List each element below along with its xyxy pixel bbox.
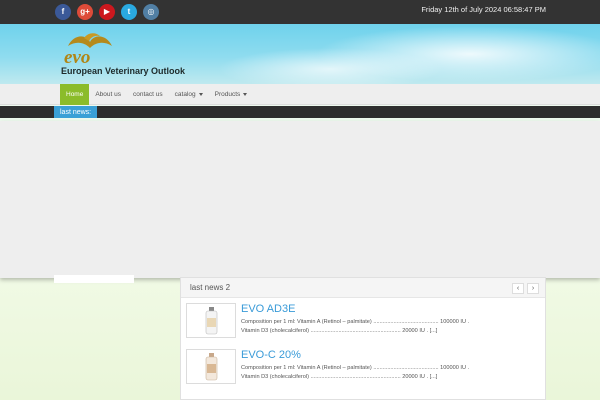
nav-about-label: About us [95, 91, 122, 98]
excerpt-line: Vitamin D3 (cholecalciferol) ...........… [241, 374, 438, 380]
nav-products[interactable]: Products [209, 84, 254, 105]
nav-catalog-label: catalog [174, 91, 196, 98]
nav-catalog[interactable]: catalog [169, 84, 209, 105]
news-panel-title: last news 2 [190, 283, 231, 292]
news-ticker: last news: [0, 106, 600, 118]
caret-down-icon [243, 93, 248, 96]
nav-products-label: Products [214, 91, 241, 98]
prev-arrow-icon[interactable]: ‹ [512, 283, 524, 294]
news-item[interactable]: EVO-C 20% Composition per 1 ml: Vitamin … [186, 349, 542, 385]
excerpt-line: Composition per 1 ml: Vitamin A (Retinol… [241, 365, 470, 371]
caret-down-icon [198, 93, 203, 96]
ticker-label: last news: [54, 106, 98, 118]
news-item-title[interactable]: EVO AD3E [241, 303, 295, 315]
nav-home[interactable]: Home [60, 84, 90, 105]
product-thumbnail[interactable] [186, 349, 236, 384]
nav-contact-label: contact us [133, 91, 163, 98]
current-datetime: Friday 12th of July 2024 06:58:47 PM [421, 5, 546, 14]
nav-contact-us[interactable]: contact us [127, 84, 169, 105]
facebook-icon[interactable]: f [55, 4, 71, 20]
social-links: f g+ ▶ t ◎ [55, 4, 159, 20]
image-slider[interactable] [0, 121, 600, 278]
site-name: European Veterinary Outlook [61, 66, 186, 76]
sidebar-box [54, 275, 134, 283]
instagram-icon[interactable]: ◎ [143, 4, 159, 20]
bottle-icon [205, 307, 218, 335]
main-nav: Home About us contact us catalog Product… [0, 84, 600, 105]
news-item-excerpt: Composition per 1 ml: Vitamin A (Retinol… [241, 364, 541, 382]
news-panel: last news 2 ‹ › EVO AD3E Composition per… [180, 277, 546, 400]
news-item-excerpt: Composition per 1 ml: Vitamin A (Retinol… [241, 318, 541, 336]
news-panel-header: last news 2 ‹ › [181, 278, 545, 298]
top-bar: f g+ ▶ t ◎ Friday 12th of July 2024 06:5… [0, 0, 600, 24]
svg-text:evo: evo [64, 47, 90, 66]
news-item[interactable]: EVO AD3E Composition per 1 ml: Vitamin A… [186, 303, 542, 339]
next-arrow-icon[interactable]: › [527, 283, 539, 294]
product-thumbnail[interactable] [186, 303, 236, 338]
excerpt-line: Composition per 1 ml: Vitamin A (Retinol… [241, 319, 470, 325]
site-header: evo European Veterinary Outlook [0, 24, 600, 84]
bird-logo-icon: evo [64, 33, 112, 68]
bottle-icon [205, 353, 218, 381]
excerpt-line: Vitamin D3 (cholecalciferol) ...........… [241, 328, 438, 334]
nav-about-us[interactable]: About us [89, 84, 127, 105]
google-plus-icon[interactable]: g+ [77, 4, 93, 20]
youtube-icon[interactable]: ▶ [99, 4, 115, 20]
news-item-title[interactable]: EVO-C 20% [241, 349, 301, 361]
twitter-icon[interactable]: t [121, 4, 137, 20]
nav-home-label: Home [66, 91, 84, 98]
